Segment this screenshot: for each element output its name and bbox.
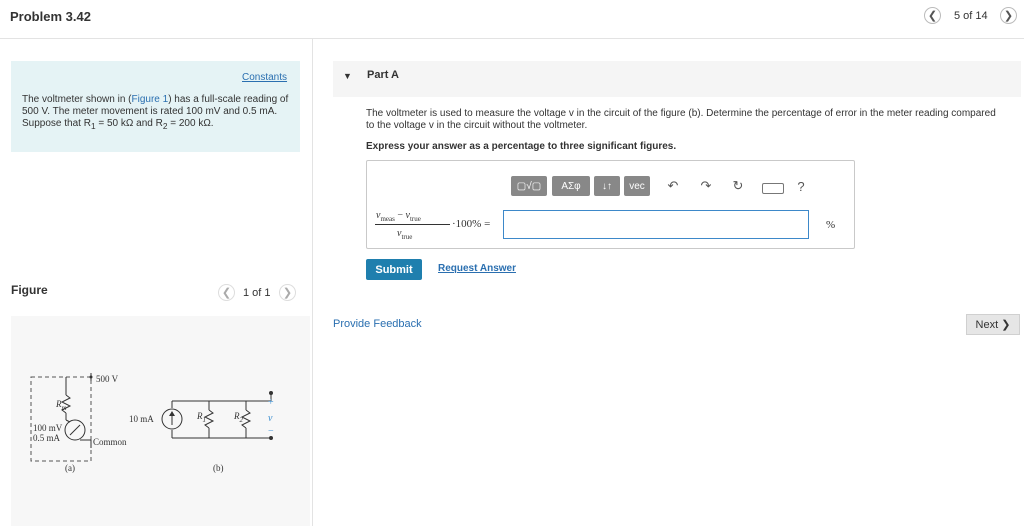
- part-a-header[interactable]: [333, 61, 1021, 97]
- vector-button[interactable]: vec: [624, 176, 650, 196]
- question-text: The voltmeter is used to measure the vol…: [366, 108, 996, 131]
- rm-sub: m: [61, 403, 67, 412]
- r2-resistor: [240, 409, 252, 429]
- arrows-button[interactable]: ↓↑: [594, 176, 620, 196]
- label-rm: Rm: [56, 399, 67, 412]
- next-button[interactable]: Next ❯: [966, 314, 1020, 335]
- redo-icon[interactable]: ↷: [698, 178, 714, 194]
- prev-problem-button[interactable]: ❮: [924, 7, 941, 24]
- r2-sub: 2: [239, 415, 244, 424]
- circuit-figure: [30, 373, 273, 462]
- collapse-triangle-icon[interactable]: ▼: [343, 71, 352, 81]
- formula-denominator: vtrue: [397, 228, 412, 241]
- r1-sub: 1: [202, 415, 207, 424]
- templates-button[interactable]: ▢√▢: [511, 176, 547, 196]
- label-meter-mv: 100 mV: [33, 423, 63, 433]
- caption-a: (a): [65, 463, 75, 473]
- answer-input[interactable]: [503, 210, 809, 239]
- undo-icon[interactable]: ↶: [665, 178, 681, 194]
- label-v: v: [268, 413, 273, 424]
- panel-divider: [312, 39, 313, 526]
- part-a-title: Part A: [367, 69, 399, 81]
- request-answer-link[interactable]: Request Answer: [438, 263, 516, 274]
- label-minus: −: [268, 426, 274, 437]
- reset-icon[interactable]: ↻: [730, 178, 746, 194]
- keyboard-icon[interactable]: [762, 183, 784, 194]
- r1-resistor: [203, 409, 215, 429]
- help-button[interactable]: ?: [794, 178, 808, 194]
- label-common: Common: [93, 437, 127, 447]
- label-500v: 500 V: [96, 374, 119, 384]
- formula-times-100: ·100% =: [452, 218, 491, 230]
- num-s1: meas: [380, 215, 395, 223]
- caption-b: (b): [213, 463, 224, 473]
- chevron-right-icon: ❯: [1003, 10, 1014, 22]
- label-10ma: 10 mA: [129, 414, 154, 424]
- provide-feedback-link[interactable]: Provide Feedback: [333, 318, 422, 330]
- label-plus: +: [268, 397, 274, 408]
- label-r2: R2: [234, 411, 243, 424]
- formula-numerator: vmeas − vtrue: [376, 210, 421, 223]
- unit-label: %: [826, 219, 836, 231]
- chevron-left-icon: ❮: [927, 10, 938, 22]
- den-s: true: [401, 233, 413, 241]
- num-op: −: [394, 210, 406, 221]
- label-r1: R1: [197, 411, 206, 424]
- answer-instruction: Express your answer as a percentage to t…: [366, 141, 677, 152]
- num-s2: true: [409, 215, 421, 223]
- label-meter-ma: 0.5 mA: [33, 433, 60, 443]
- voltmeter-dashed-box: [30, 376, 92, 462]
- problem-counter: 5 of 14: [954, 10, 988, 22]
- submit-button[interactable]: Submit: [366, 259, 422, 280]
- fraction-bar: [375, 224, 450, 225]
- next-problem-button[interactable]: ❯: [1000, 7, 1017, 24]
- greek-symbols-button[interactable]: ΑΣφ: [552, 176, 590, 196]
